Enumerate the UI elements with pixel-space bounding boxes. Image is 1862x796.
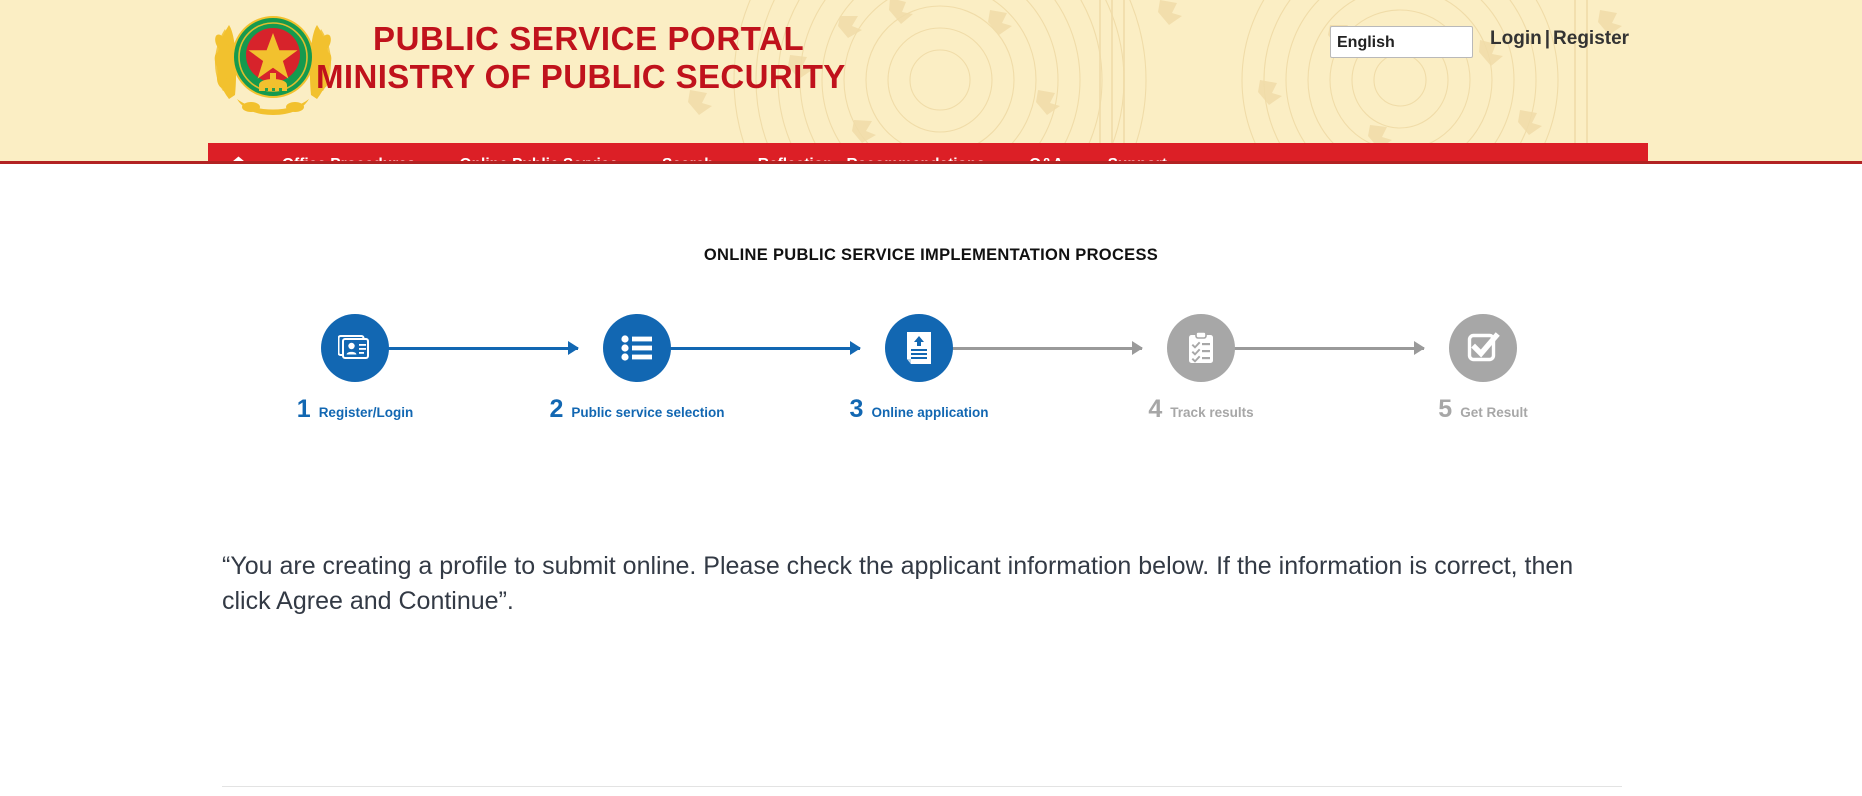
instruction-quote: “You are creating a profile to submit on… bbox=[222, 552, 1574, 615]
step-track-results[interactable]: 4 Track results bbox=[1136, 314, 1266, 424]
step-2-text: Public service selection bbox=[571, 405, 725, 420]
step-public-service-selection[interactable]: 2 Public service selection bbox=[550, 314, 725, 424]
page-content: ONLINE PUBLIC SERVICE IMPLEMENTATION PRO… bbox=[0, 164, 1862, 796]
step-2-label: 2 Public service selection bbox=[550, 395, 725, 424]
step-register-login[interactable]: 1 Register/Login bbox=[290, 314, 420, 424]
main-navigation: Office Procedures Online Public Service … bbox=[208, 143, 1648, 161]
step-4-label: 4 Track results bbox=[1136, 395, 1266, 424]
nav-item-online-public-service[interactable]: Online Public Service bbox=[438, 143, 641, 161]
register-link[interactable]: Register bbox=[1553, 28, 1629, 49]
step-5-number: 5 bbox=[1438, 395, 1453, 423]
step-online-application[interactable]: 3 Online application bbox=[850, 314, 989, 424]
step-2-number: 2 bbox=[549, 395, 564, 423]
auth-separator: | bbox=[1544, 28, 1551, 49]
portal-title: PUBLIC SERVICE PORTAL MINISTRY OF PUBLIC… bbox=[316, 20, 846, 97]
step-1-text: Register/Login bbox=[318, 405, 414, 420]
checkbox-check-icon bbox=[1467, 332, 1500, 362]
step-1-label: 1 Register/Login bbox=[290, 395, 420, 424]
nav-item-qa[interactable]: Q&A bbox=[1007, 143, 1085, 161]
step-3-label: 3 Online application bbox=[850, 395, 989, 424]
process-title: ONLINE PUBLIC SERVICE IMPLEMENTATION PRO… bbox=[703, 246, 1159, 264]
site-header: PUBLIC SERVICE PORTAL MINISTRY OF PUBLIC… bbox=[0, 0, 1862, 164]
nav-item-support[interactable]: Support bbox=[1086, 143, 1189, 161]
step-4-circle bbox=[1167, 314, 1235, 382]
section-divider bbox=[222, 786, 1622, 787]
auth-links: Login | Register bbox=[1490, 28, 1629, 50]
step-1-circle bbox=[321, 314, 389, 382]
upload-document-icon bbox=[907, 332, 931, 364]
step-3-number: 3 bbox=[849, 395, 864, 423]
language-select[interactable]: English bbox=[1330, 26, 1473, 58]
clipboard-list-icon bbox=[1189, 331, 1213, 363]
nav-item-reflection-recommendations[interactable]: Reflection - Recommendations bbox=[736, 143, 1007, 161]
step-3-circle bbox=[885, 314, 953, 382]
step-5-label: 5 Get Result bbox=[1418, 395, 1548, 424]
nav-item-search[interactable]: Search bbox=[640, 143, 736, 161]
list-icon bbox=[621, 335, 652, 361]
home-icon bbox=[231, 155, 245, 161]
step-4-text: Track results bbox=[1170, 405, 1254, 420]
step-4-number: 4 bbox=[1148, 395, 1163, 423]
id-card-icon bbox=[338, 335, 369, 359]
step-5-text: Get Result bbox=[1460, 405, 1528, 420]
portal-title-line2: MINISTRY OF PUBLIC SECURITY bbox=[316, 58, 846, 96]
portal-title-line1: PUBLIC SERVICE PORTAL bbox=[373, 20, 805, 57]
progress-stepper: 1 Register/Login 2 Public service select… bbox=[290, 314, 1590, 459]
login-link[interactable]: Login bbox=[1490, 28, 1542, 49]
nav-home-button[interactable] bbox=[216, 143, 260, 161]
step-3-text: Online application bbox=[871, 405, 989, 420]
step-1-number: 1 bbox=[296, 395, 311, 423]
step-2-circle bbox=[603, 314, 671, 382]
step-get-result[interactable]: 5 Get Result bbox=[1418, 314, 1548, 424]
step-5-circle bbox=[1449, 314, 1517, 382]
nav-item-office-procedures[interactable]: Office Procedures bbox=[260, 143, 438, 161]
